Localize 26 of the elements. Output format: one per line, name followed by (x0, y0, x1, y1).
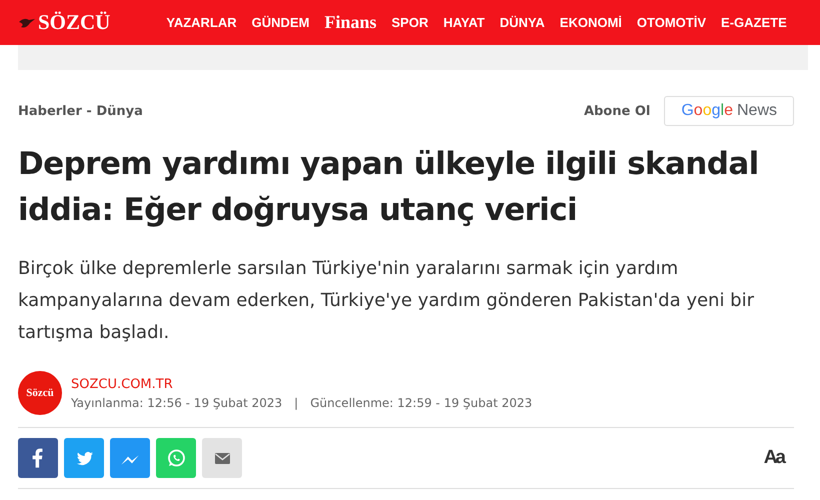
nav-link[interactable]: Finans (324, 12, 376, 33)
nav-link[interactable]: EKONOMİ (560, 15, 622, 30)
nav-link[interactable]: E-GAZETE (721, 15, 787, 30)
nav-link[interactable]: YAZARLAR (166, 15, 237, 30)
site-logo[interactable]: SÖZCÜ (38, 10, 110, 35)
article-summary: Birçok ülke depremlerle sarsılan Türkiye'nin yaralarını sarmak için yardım kampanyalarına devam ederken, Türkiye'ye yardım gönderen Pakistan'da yeni bir tartışma başladı. (18, 257, 756, 345)
source-avatar: Sözcü (18, 371, 62, 415)
font-size-button[interactable]: Aa (764, 447, 784, 469)
subscribe-label: Abone Ol (584, 104, 650, 118)
update-time: Güncellenme: 12:59 - 19 Şubat 2023 (310, 394, 532, 412)
nav-link[interactable]: GÜNDEM (252, 15, 310, 30)
nav-link[interactable]: HAYAT (443, 15, 485, 30)
source-name[interactable]: SOZCU.COM.TR (71, 374, 532, 394)
share-button[interactable] (64, 438, 104, 478)
nav-link[interactable]: OTOMOTİV (636, 15, 706, 30)
facebook-icon (32, 448, 44, 468)
breadcrumb[interactable]: Haberler - Dünya (18, 104, 143, 118)
publish-time: Yayınlanma: 12:56 - 19 Şubat 2023 (71, 394, 282, 412)
separator: | (294, 394, 298, 412)
headline: Deprem yardımı yapan ülkeyle ilgili skandal iddia: Eğer doğruysa utanç verici (18, 145, 760, 230)
share-button[interactable] (202, 438, 242, 478)
share-button[interactable] (18, 438, 58, 478)
nav-link[interactable]: DÜNYA (500, 15, 545, 30)
nav-link[interactable]: SPOR (391, 15, 428, 30)
bird-icon (18, 16, 36, 28)
google-news-button[interactable]: Google News (664, 96, 794, 126)
